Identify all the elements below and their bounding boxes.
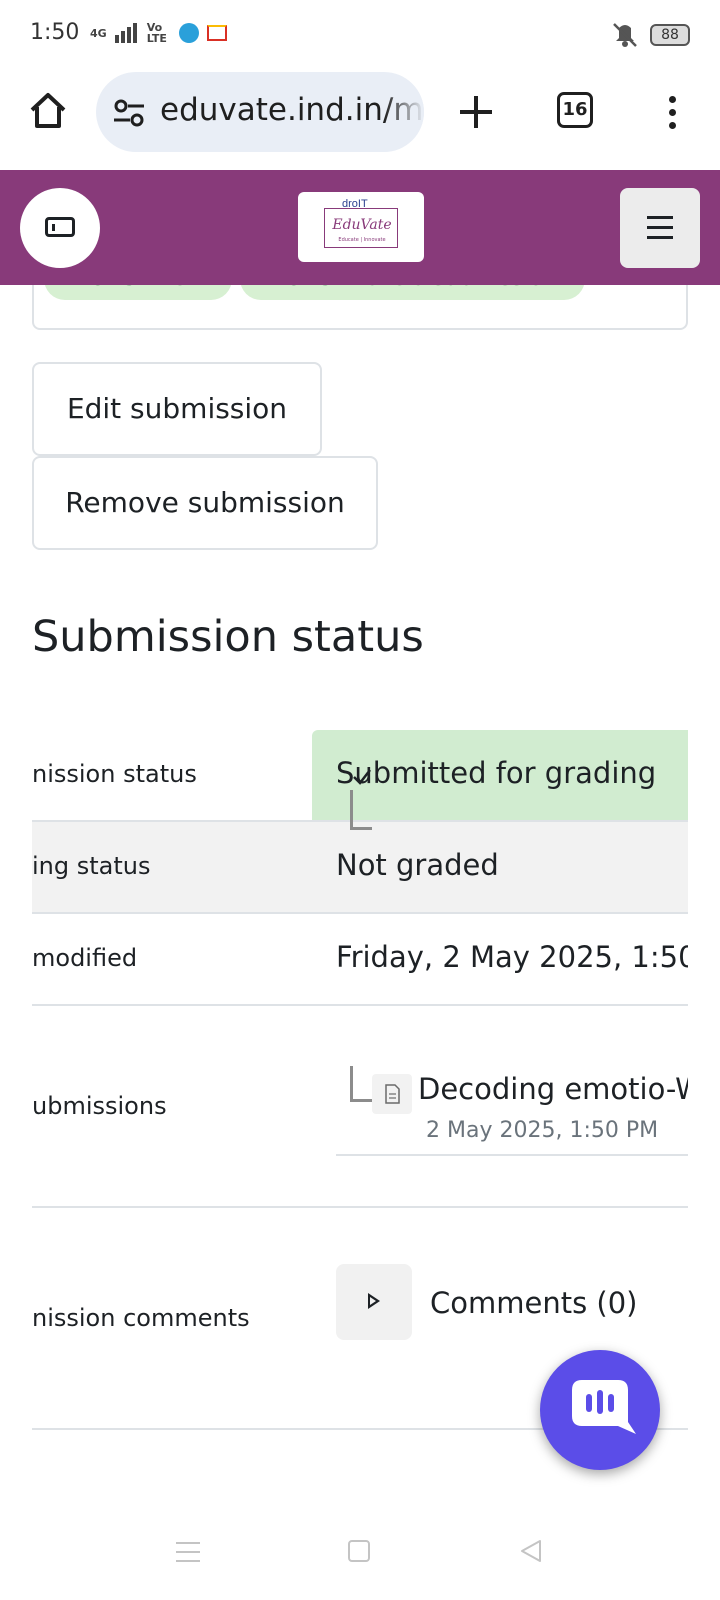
table-row: ubmissions	[32, 1006, 688, 1208]
address-bar[interactable]: eduvate.ind.in/mod	[96, 72, 424, 152]
check-icon	[353, 769, 371, 785]
chat-bubble-icon	[572, 1380, 636, 1434]
table-row: modified Friday, 2 May 2025, 1:50 PM	[32, 914, 688, 1006]
submission-status-value: Submitted for grading	[336, 756, 657, 790]
logo-tagline: Educate | Innovate	[338, 237, 386, 243]
status-time: 1:50	[30, 20, 80, 45]
tree-connector	[350, 790, 372, 830]
row-label: nission comments	[32, 1304, 250, 1332]
site-logo[interactable]: droIT EduVate Educate | Innovate	[298, 192, 424, 262]
volte-icon: Vo LTE	[146, 21, 167, 45]
status-bar: 1:50 4G Vo LTE 88	[0, 0, 720, 70]
row-label: modified	[32, 944, 138, 972]
file-document-icon	[372, 1074, 412, 1114]
more-menu-icon[interactable]	[660, 92, 684, 132]
expand-comments-button[interactable]	[336, 1264, 412, 1340]
new-tab-icon[interactable]	[456, 92, 496, 132]
telegram-icon	[178, 23, 199, 43]
course-index-toggle-button[interactable]	[20, 188, 100, 268]
comments-link[interactable]: Comments (0)	[430, 1286, 638, 1320]
back-triangle-icon[interactable]	[518, 1538, 544, 1564]
grading-status-value: Not graded	[336, 848, 499, 882]
sidebar-icon	[45, 217, 75, 237]
row-label: nission status	[32, 760, 197, 788]
row-label: ing status	[32, 852, 151, 880]
gmail-icon	[206, 25, 227, 41]
remove-submission-button[interactable]: Remove submission	[32, 456, 378, 550]
home-icon[interactable]	[28, 90, 68, 130]
system-nav-bar	[0, 1512, 720, 1600]
site-settings-icon[interactable]	[112, 96, 146, 130]
status-icons: 4G Vo LTE	[90, 22, 227, 44]
page-section-heading: Submission status	[32, 612, 424, 662]
chat-assistant-button[interactable]	[540, 1350, 660, 1470]
submitted-file-link[interactable]: Decoding emotio-WP	[418, 1072, 688, 1106]
site-header: droIT EduVate Educate | Innovate	[0, 170, 720, 285]
recents-menu-icon[interactable]	[176, 1542, 200, 1562]
file-tree-line	[350, 1066, 372, 1102]
signal-icon	[114, 23, 137, 43]
browser-toolbar: eduvate.ind.in/mod 16	[0, 70, 720, 168]
network-4g-icon: 4G	[90, 26, 107, 40]
submitted-file-date: 2 May 2025, 1:50 PM	[426, 1118, 659, 1143]
main-menu-button[interactable]	[620, 188, 700, 268]
battery-icon: 88	[650, 24, 690, 46]
last-modified-value: Friday, 2 May 2025, 1:50 PM	[336, 940, 688, 974]
home-square-icon[interactable]	[348, 1540, 370, 1562]
table-row: ing status Not graded	[32, 822, 688, 914]
logo-name: EduVate	[332, 217, 392, 233]
vibrate-mute-icon	[613, 23, 637, 47]
edit-submission-button[interactable]: Edit submission	[32, 362, 322, 456]
row-label: ubmissions	[32, 1092, 167, 1120]
tab-switcher-button[interactable]: 16	[557, 92, 593, 128]
